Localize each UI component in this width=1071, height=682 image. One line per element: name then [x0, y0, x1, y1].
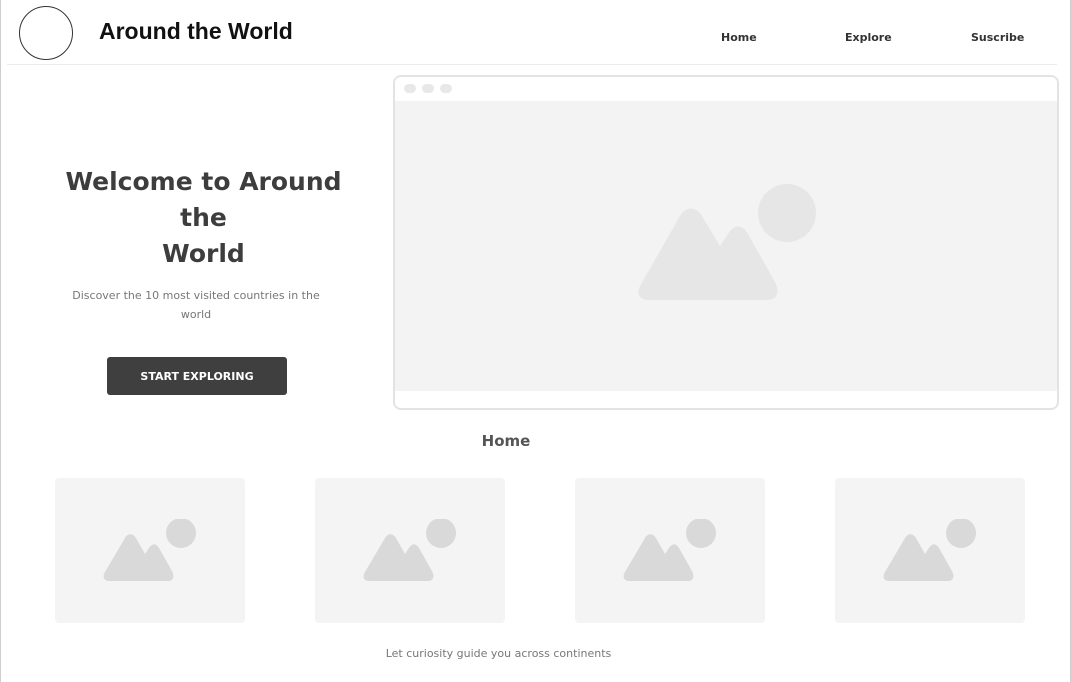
browser-toolbar — [395, 77, 1057, 101]
hero-subtitle-line2: world — [180, 308, 212, 321]
header-divider — [7, 64, 1057, 65]
browser-dot-icon — [422, 84, 434, 93]
section-heading: Home — [481, 432, 531, 450]
destination-card[interactable] — [55, 478, 245, 623]
nav-home[interactable]: Home — [721, 31, 757, 44]
hero-heading: Welcome to Around the World — [41, 164, 366, 272]
site-title: Around the World — [99, 18, 293, 44]
hero-image — [395, 101, 1057, 391]
page: Around the World Home Explore Suscribe W… — [0, 0, 1071, 682]
hero-subtitle-line1: Discover the 10 most visited countries i… — [72, 289, 320, 302]
image-placeholder-icon — [638, 184, 816, 300]
hero-subtitle: Discover the 10 most visited countries i… — [71, 286, 321, 324]
hero-heading-line1: Welcome to Around the — [65, 167, 342, 232]
image-placeholder-icon — [883, 519, 976, 581]
browser-dot-icon — [440, 84, 452, 93]
browser-dot-icon — [404, 84, 416, 93]
start-exploring-button[interactable]: START EXPLORING — [107, 357, 287, 395]
logo[interactable] — [19, 6, 73, 60]
hero-heading-line2: World — [162, 239, 245, 268]
nav-explore[interactable]: Explore — [845, 31, 892, 44]
image-placeholder-icon — [103, 519, 196, 581]
site-header: Around the World Home Explore Suscribe — [1, 0, 1070, 66]
destination-card[interactable] — [315, 478, 505, 623]
destination-card[interactable] — [835, 478, 1025, 623]
destination-card[interactable] — [575, 478, 765, 623]
image-placeholder-icon — [623, 519, 716, 581]
nav-subscribe[interactable]: Suscribe — [971, 31, 1024, 44]
browser-mockup — [393, 75, 1059, 410]
footer-tagline: Let curiosity guide you across continent… — [385, 647, 612, 660]
image-placeholder-icon — [363, 519, 456, 581]
